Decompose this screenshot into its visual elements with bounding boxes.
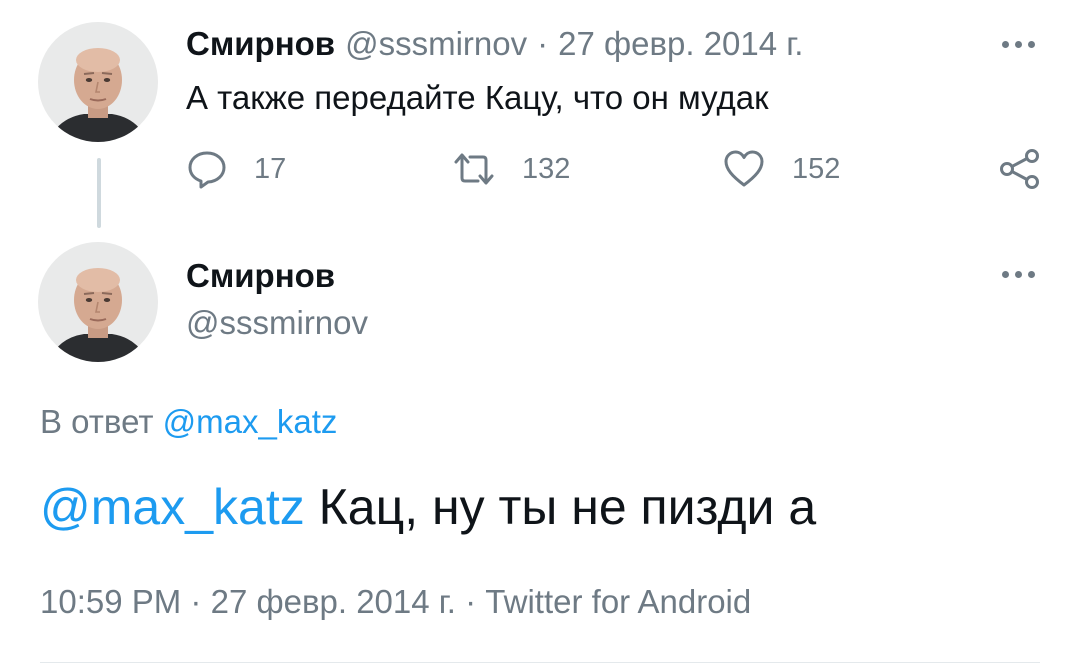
header-separator: ·: [537, 25, 549, 62]
reply-count: 17: [254, 152, 287, 185]
more-options-button[interactable]: [996, 32, 1040, 56]
reply-mention-link[interactable]: @max_katz: [163, 403, 338, 440]
divider: [40, 662, 1040, 663]
more-dots-icon: [999, 270, 1038, 278]
like-button[interactable]: 152: [722, 146, 840, 192]
mention-link[interactable]: @max_katz: [40, 479, 305, 535]
reply-icon: [188, 151, 226, 189]
author-name[interactable]: Смирнов: [186, 22, 335, 66]
reply-prefix: В ответ: [40, 403, 154, 440]
share-button[interactable]: [998, 146, 1042, 192]
tweet-body: Кац, ну ты не пизди а: [318, 479, 817, 535]
more-dots-icon: [999, 40, 1038, 48]
tweet-source[interactable]: Twitter for Android: [485, 583, 751, 620]
tweet-meta: 10:59 PM · 27 февр. 2014 г. · Twitter fo…: [40, 580, 751, 624]
share-icon: [1000, 149, 1039, 189]
retweet-button[interactable]: 132: [452, 146, 570, 192]
avatar[interactable]: [38, 242, 158, 362]
like-count: 152: [792, 152, 841, 185]
author-handle[interactable]: @sssmirnov: [345, 22, 527, 66]
retweet-icon: [454, 153, 494, 185]
avatar[interactable]: [38, 22, 158, 142]
meta-separator: ·: [190, 583, 202, 620]
tweet-text: @max_katz Кац, ну ты не пизди а: [40, 474, 816, 540]
thread-connector-line: [97, 158, 101, 228]
avatar-photo-icon: [38, 22, 158, 142]
tweet-thread-page: Смирнов @sssmirnov · 27 февр. 2014 г. А …: [0, 0, 1080, 667]
author-handle[interactable]: @sssmirnov: [186, 301, 368, 345]
tweet-date[interactable]: 27 февр. 2014 г.: [211, 583, 456, 620]
meta-separator: ·: [465, 583, 477, 620]
retweet-count: 132: [522, 152, 571, 185]
more-options-button[interactable]: [996, 262, 1040, 286]
tweet-date[interactable]: 27 февр. 2014 г.: [558, 22, 803, 66]
tweet-text: А также передайте Кацу, что он мудак: [186, 79, 769, 116]
author-name[interactable]: Смирнов: [186, 254, 335, 298]
heart-icon: [724, 150, 764, 187]
avatar-photo-icon: [38, 242, 158, 362]
tweet-time[interactable]: 10:59 PM: [40, 583, 181, 620]
tweet-header: Смирнов @sssmirnov · 27 февр. 2014 г.: [186, 22, 803, 66]
reply-button[interactable]: 17: [186, 146, 286, 192]
reply-context: В ответ @max_katz: [40, 400, 337, 444]
